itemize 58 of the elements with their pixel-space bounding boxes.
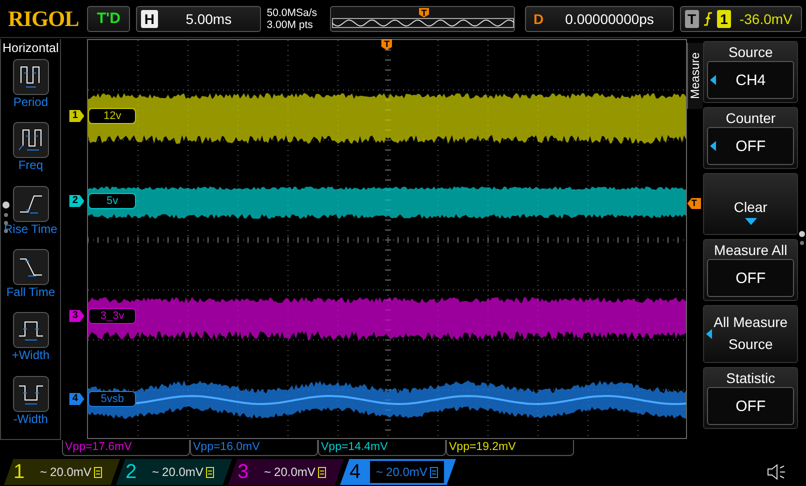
menu-button[interactable]: All Measure Source (703, 305, 798, 363)
measure-type-button[interactable]: Rise Time (4, 186, 58, 249)
trigger-marker: T (381, 39, 392, 50)
menu-button[interactable]: Statistic OFF (703, 367, 798, 429)
menu-button[interactable]: Measure All OFF (703, 239, 798, 301)
menu-button[interactable]: Source CH4 (703, 41, 798, 103)
small-box-icon (430, 466, 438, 478)
menu-title: Horizontal (2, 41, 59, 55)
nwidth-icon (12, 376, 49, 412)
trigger-source: 1 (717, 10, 731, 28)
timebase-label: H (141, 10, 158, 28)
channel-label: 5vsb (88, 391, 136, 407)
trigger-level: -36.0mV (738, 10, 794, 26)
channel-label: 12v (88, 108, 136, 124)
channel-button[interactable]: 2 ~ 20.0mV (116, 459, 232, 485)
rise-icon (12, 186, 49, 222)
channel-button[interactable]: 4 ~ 20.0mV (340, 459, 456, 485)
menu-tab[interactable]: Measure (687, 43, 704, 109)
small-box-icon (318, 466, 326, 478)
fall-icon (12, 248, 49, 285)
channel-marker: 1 (69, 110, 84, 122)
sample-rate: 50.0MSa/s (266, 6, 318, 18)
small-box-icon (94, 466, 102, 478)
overview-wave-icon (332, 18, 514, 28)
delay-value: 0.00000000ps (564, 10, 655, 26)
measurement-value: Vpp=19.2mV (446, 440, 574, 456)
measure-type-button[interactable]: +Width (12, 312, 50, 376)
menu-button[interactable]: Counter OFF (703, 107, 798, 169)
rising-edge-icon (703, 12, 714, 26)
small-box-icon (206, 466, 214, 478)
channel-label: 5v (88, 193, 136, 209)
timebase-value: 5.00ms (184, 10, 233, 26)
freq-icon (12, 122, 49, 158)
memory-depth: 3.00M pts (266, 18, 314, 30)
down-arrow-icon (744, 218, 757, 225)
channel-marker: 2 (69, 195, 84, 207)
measurement-value: Vpp=16.0mV (190, 440, 318, 456)
measure-type-button[interactable]: Fall Time (6, 248, 55, 312)
measure-type-button[interactable]: Period (12, 59, 49, 122)
trigger-label: T (684, 10, 700, 28)
delay-label: D (532, 10, 545, 28)
measure-type-button[interactable]: -Width (12, 376, 49, 439)
trigger-position-marker: T (419, 8, 429, 18)
channel-marker: 3 (69, 310, 84, 322)
speaker-icon[interactable] (766, 463, 786, 481)
measurement-value: Vpp=17.6mV (62, 440, 190, 456)
pwidth-icon (12, 312, 49, 348)
trigger-status: T'D (96, 10, 120, 27)
channel-label: 3_3v (88, 308, 136, 324)
trigger-level-marker: T (687, 198, 702, 209)
channel-button[interactable]: 1 ~ 20.0mV (4, 459, 120, 485)
measure-type-button[interactable]: Freq (12, 122, 49, 186)
channel-marker: 4 (69, 393, 84, 405)
logo: RIGOL (7, 4, 80, 32)
channel-button[interactable]: 3 ~ 20.0mV (228, 459, 344, 485)
period-icon (12, 59, 49, 95)
menu-button[interactable]: Clear (703, 173, 798, 235)
measurement-value: Vpp=14.4mV (318, 440, 446, 456)
